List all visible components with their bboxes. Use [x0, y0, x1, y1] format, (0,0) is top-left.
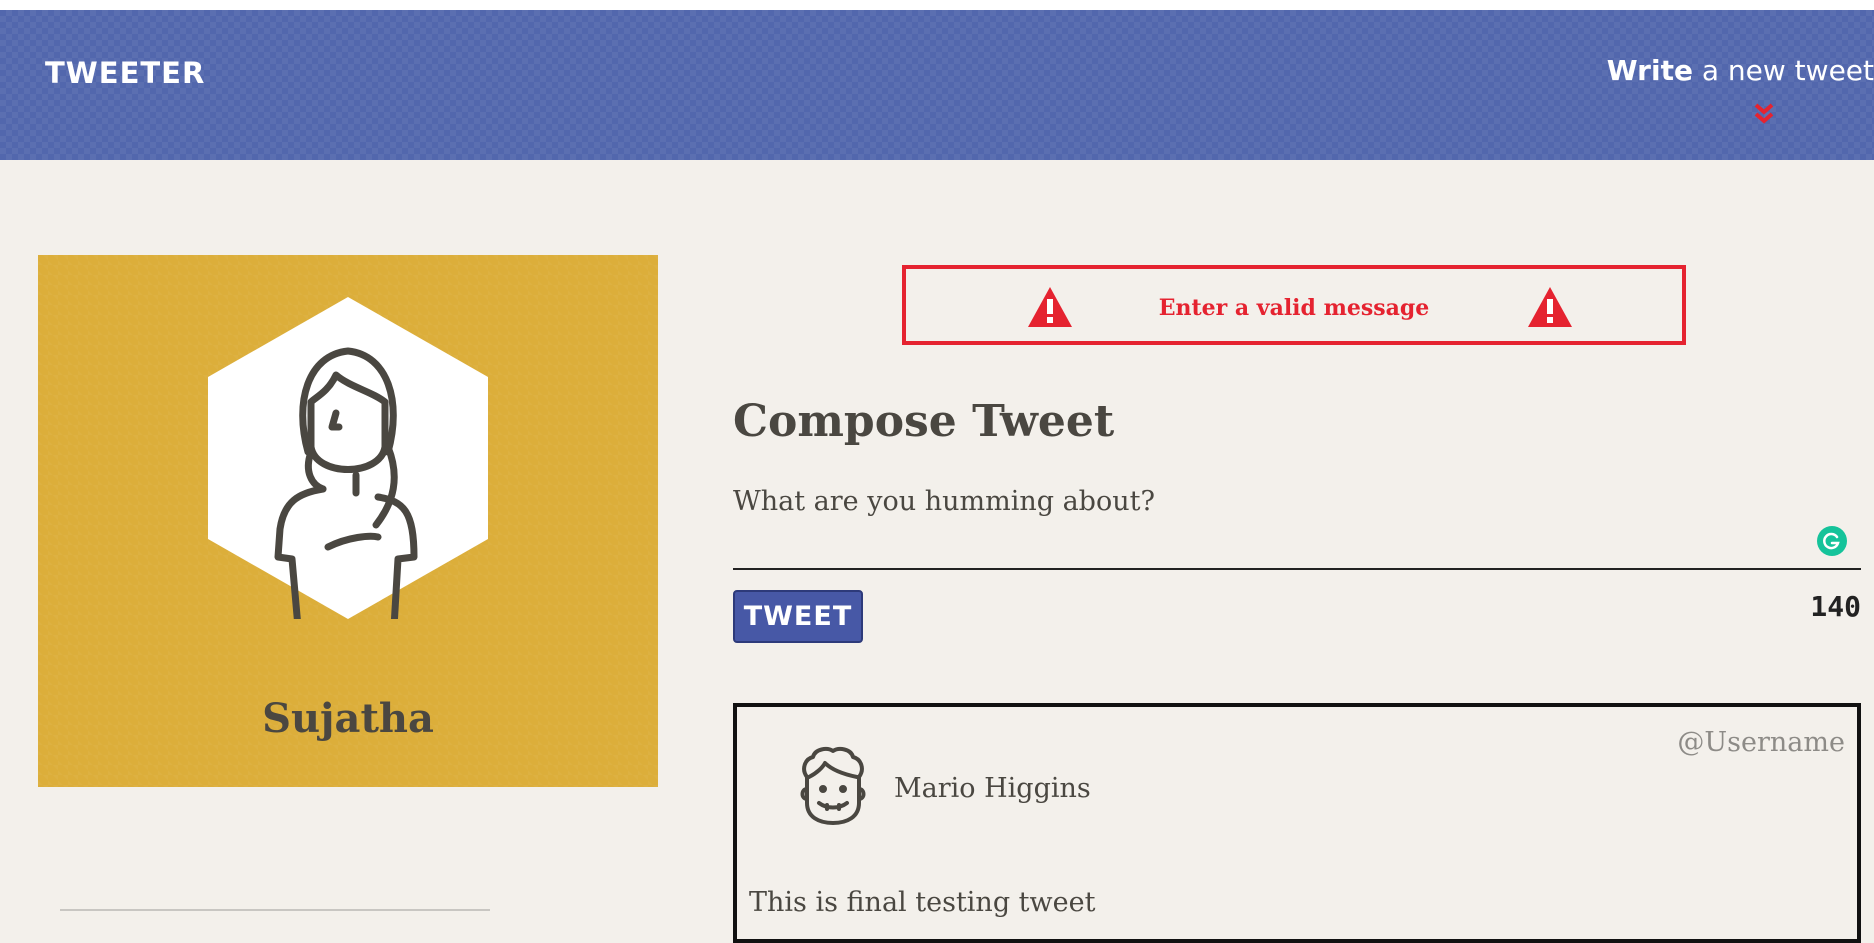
grammarly-icon[interactable]	[1817, 526, 1847, 556]
tweet-handle: @Username	[1677, 727, 1845, 758]
write-new-tweet-link[interactable]: Write a new tweet	[1607, 54, 1874, 87]
brand-logo[interactable]: TWEETER	[45, 56, 205, 90]
window-top-edge	[0, 0, 1874, 10]
character-counter: 140	[1810, 590, 1861, 623]
compose-title: Compose Tweet	[733, 396, 1115, 447]
man-avatar-icon	[800, 747, 866, 825]
tweet-button[interactable]: TWEET	[733, 590, 863, 643]
tweet-author: Mario Higgins	[894, 773, 1091, 804]
error-alert: Enter a valid message	[902, 265, 1686, 345]
scrollbar-track[interactable]	[60, 909, 490, 911]
chevron-double-down-icon[interactable]	[1752, 102, 1776, 126]
write-link-bold: Write	[1606, 54, 1693, 87]
profile-name: Sujatha	[262, 695, 434, 742]
tweet-text-input[interactable]	[733, 480, 1861, 570]
woman-avatar-icon	[208, 297, 488, 619]
write-link-text: a new tweet	[1692, 54, 1874, 87]
tweet-card: @Username Mario Higgins This is final te…	[733, 703, 1861, 943]
warning-icon	[1528, 287, 1572, 327]
profile-card: Sujatha	[38, 255, 658, 787]
tweet-text: This is final testing tweet	[749, 887, 1096, 918]
navbar: TWEETER Write a new tweet	[0, 10, 1874, 160]
